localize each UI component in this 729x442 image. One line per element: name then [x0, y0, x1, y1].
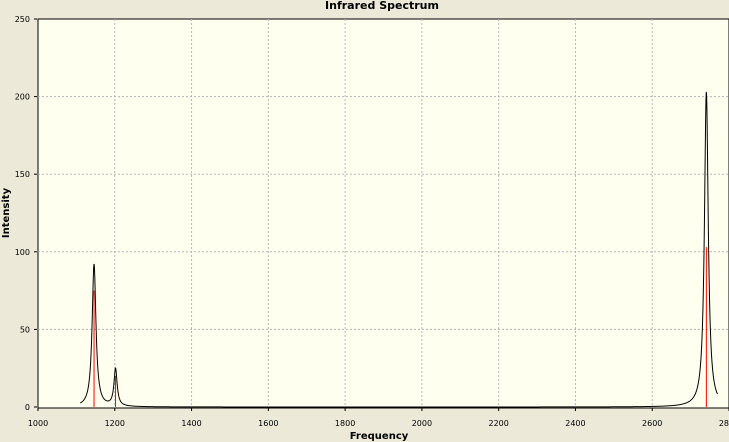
infrared-spectrum-chart: Infrared Spectrum 1000 1200 1400 1600 1800 20…: [0, 0, 729, 442]
x-tick-label: 2000: [412, 419, 432, 428]
x-tick-label: 2200: [488, 419, 508, 428]
y-tick-label: 200: [15, 93, 30, 102]
y-tick-label: 100: [15, 248, 30, 257]
y-tick-label: 50: [20, 325, 30, 334]
y-axis-label: Intensity: [1, 187, 12, 238]
x-tick-label: 1600: [258, 419, 278, 428]
y-tick-label: 150: [15, 170, 30, 179]
chart-window: Infrared Spectrum 1000 1200 1400 1600 1800 20…: [0, 0, 729, 442]
x-axis-label: Frequency: [350, 431, 409, 442]
plot-area: [37, 18, 729, 409]
x-tick-label: 2600: [642, 419, 662, 428]
x-tick-label: 1200: [105, 419, 125, 428]
chart-title: Infrared Spectrum: [325, 0, 439, 12]
y-tick-label: 250: [15, 15, 30, 24]
x-tick-label: 1400: [181, 419, 201, 428]
x-tick-label: 1000: [28, 419, 48, 428]
x-tick-label: 2800: [719, 419, 729, 428]
x-tick-label: 2400: [565, 419, 585, 428]
y-tick-label: 0: [25, 403, 30, 412]
x-tick-label: 1800: [335, 419, 355, 428]
